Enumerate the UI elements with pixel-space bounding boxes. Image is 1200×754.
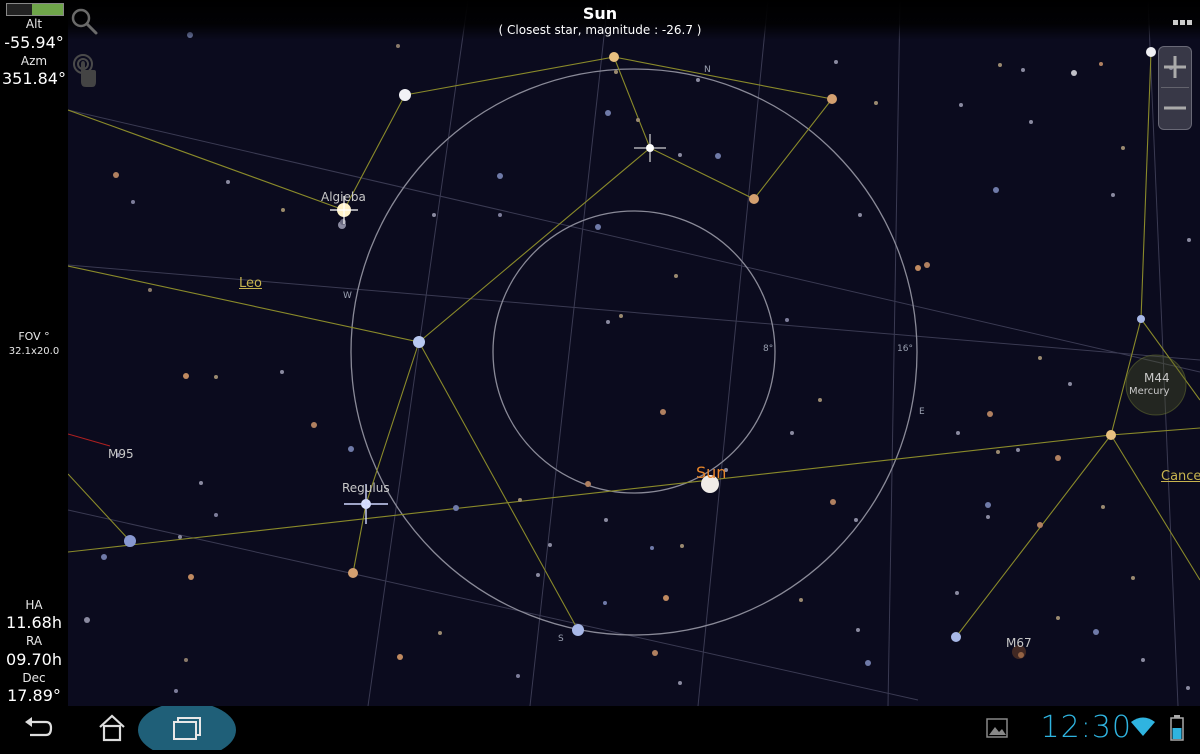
- constellation-lines: [68, 51, 1200, 638]
- constellation-label-leo[interactable]: Leo: [239, 276, 262, 291]
- horizon-line: [68, 433, 111, 447]
- star: [1137, 315, 1145, 323]
- star: [348, 568, 358, 578]
- zoom-in-button[interactable]: [1159, 47, 1191, 87]
- star: [827, 94, 837, 104]
- wifi-icon: [1130, 716, 1156, 738]
- battery-fill: [32, 4, 63, 15]
- touch-mode-icon[interactable]: [70, 52, 100, 90]
- planet-label-mercury[interactable]: Mercury: [1129, 386, 1170, 397]
- alt-value: -55.94°: [4, 33, 64, 52]
- dec-label: Dec: [22, 671, 46, 685]
- azm-value: 351.84°: [2, 69, 66, 88]
- star-label-algieba[interactable]: Algieba: [321, 190, 366, 204]
- ha-value: 11.68h: [6, 613, 62, 632]
- star: [413, 336, 425, 348]
- direction-s: S: [558, 634, 564, 644]
- bright-stars: [124, 47, 1156, 642]
- star: [1146, 47, 1156, 57]
- faint-stars: [84, 32, 1191, 693]
- object-label-m44[interactable]: M44: [1144, 371, 1170, 385]
- back-icon[interactable]: [22, 714, 54, 742]
- sky-svg: [68, 0, 1200, 706]
- fov-ring-outer: [350, 68, 918, 636]
- battery-indicator: [6, 3, 64, 16]
- star: [951, 632, 961, 642]
- grid-lines: [68, 0, 1200, 706]
- status-clock: 12:30: [1040, 710, 1132, 745]
- overflow-menu-icon[interactable]: [1172, 13, 1194, 25]
- star: [572, 624, 584, 636]
- search-icon[interactable]: [69, 6, 99, 36]
- zoom-control: [1158, 46, 1192, 130]
- battery-icon: [1170, 714, 1184, 742]
- fov-ring-inner-label: 8°: [763, 344, 774, 354]
- coordinate-sidebar: Alt -55.94° Azm 351.84° FOV ° 32.1x20.0 …: [0, 0, 68, 706]
- alt-label: Alt: [25, 17, 43, 31]
- fov-label: FOV °: [18, 330, 50, 343]
- star: [749, 194, 759, 204]
- object-label-m67[interactable]: M67: [1006, 636, 1032, 650]
- m44-cluster-marker: [1125, 354, 1187, 416]
- star: [1106, 430, 1116, 440]
- object-label-m95[interactable]: M95: [108, 447, 134, 461]
- star: [399, 89, 411, 101]
- ra-value: 09.70h: [6, 650, 62, 669]
- azm-label: Azm: [20, 54, 48, 68]
- fov-ring-outer-label: 16°: [897, 344, 913, 354]
- recent-apps-button[interactable]: [138, 702, 236, 754]
- object-title: Sun: [582, 4, 618, 23]
- fov-rings: [350, 68, 918, 636]
- star-label-regulus[interactable]: Regulus: [342, 481, 390, 495]
- star: [124, 535, 136, 547]
- ra-label: RA: [25, 634, 43, 648]
- gallery-icon[interactable]: [986, 718, 1008, 738]
- dec-value: 17.89°: [7, 686, 61, 705]
- direction-n: N: [704, 65, 711, 75]
- fov-value: 32.1x20.0: [8, 346, 60, 357]
- system-navigation-bar: 12:30: [0, 702, 1200, 754]
- object-subtitle: ( Closest star, magnitude : -26.7 ): [498, 23, 702, 37]
- direction-w: W: [343, 291, 352, 301]
- star-label-sun[interactable]: Sun: [696, 463, 726, 482]
- recent-apps-icon: [173, 717, 201, 740]
- ha-label: HA: [25, 598, 43, 612]
- constellation-label-cancer[interactable]: Cance: [1161, 469, 1200, 484]
- zoom-out-button[interactable]: [1159, 88, 1191, 128]
- star: [609, 52, 619, 62]
- home-icon[interactable]: [96, 712, 128, 742]
- direction-e: E: [919, 407, 925, 417]
- sky-map[interactable]: Algieba Regulus Sun M95 M44 Mercury M67 …: [68, 0, 1200, 706]
